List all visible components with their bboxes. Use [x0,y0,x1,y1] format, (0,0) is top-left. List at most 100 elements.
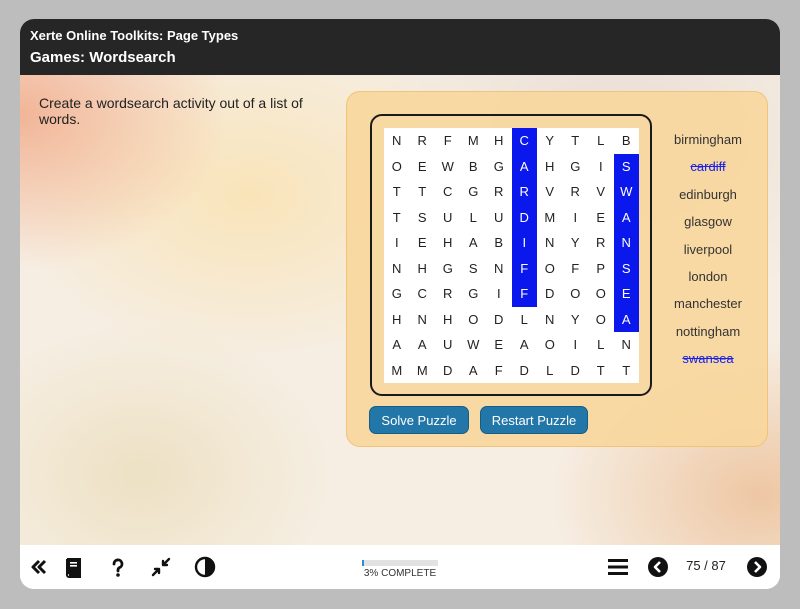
book-icon[interactable] [62,556,84,578]
grid-cell[interactable]: H [410,256,436,282]
grid-cell[interactable]: T [410,179,436,205]
grid-cell[interactable]: L [512,307,538,333]
grid-cell[interactable]: R [410,128,436,154]
grid-cell[interactable]: I [563,332,589,358]
grid-cell[interactable]: L [537,358,563,384]
grid-cell[interactable]: A [613,204,639,230]
grid-cell[interactable]: N [537,307,563,333]
previous-icon[interactable] [647,556,669,578]
grid-cell[interactable]: B [614,128,640,154]
grid-cell[interactable]: T [614,358,640,384]
grid-cell[interactable]: A [384,332,410,358]
grid-cell[interactable]: L [588,128,614,154]
grid-cell[interactable]: S [613,153,639,179]
grid-cell[interactable]: O [537,332,563,358]
contrast-icon[interactable] [194,556,216,578]
menu-icon[interactable] [607,556,629,578]
grid-cell[interactable]: F [563,256,589,282]
grid-cell[interactable]: D [511,204,537,230]
grid-cell[interactable]: M [461,128,487,154]
grid-cell[interactable]: A [511,153,537,179]
grid-cell[interactable]: F [435,128,461,154]
grid-cell[interactable]: W [613,179,639,205]
grid-cell[interactable]: G [384,281,410,307]
grid-cell[interactable]: D [435,358,461,384]
grid-cell[interactable]: M [410,358,436,384]
grid-cell[interactable]: N [384,256,410,282]
grid-cell[interactable]: Y [537,128,563,154]
grid-cell[interactable]: B [486,230,512,256]
grid-cell[interactable]: V [537,179,563,205]
grid-cell[interactable]: E [588,205,614,231]
grid-cell[interactable]: A [512,332,538,358]
grid-cell[interactable]: E [613,281,639,307]
grid-cell[interactable]: N [537,230,563,256]
grid-cell[interactable]: R [511,179,537,205]
grid-cell[interactable]: N [410,307,436,333]
grid-cell[interactable]: W [435,154,461,180]
grid-cell[interactable]: O [563,281,589,307]
grid-cell[interactable]: F [511,255,537,281]
grid-cell[interactable]: R [588,230,614,256]
grid-cell[interactable]: L [588,332,614,358]
grid-cell[interactable]: I [588,154,614,180]
grid-cell[interactable]: G [486,154,512,180]
grid-cell[interactable]: N [486,256,512,282]
grid-cell[interactable]: G [461,281,487,307]
grid-cell[interactable]: A [410,332,436,358]
next-icon[interactable] [746,556,768,578]
grid-cell[interactable]: O [384,154,410,180]
double-chevron-left-icon[interactable] [28,556,50,578]
grid-cell[interactable]: N [614,332,640,358]
minimize-icon[interactable] [150,556,172,578]
grid-cell[interactable]: O [588,307,614,333]
grid-cell[interactable]: O [461,307,487,333]
help-icon[interactable] [107,556,129,578]
grid-cell[interactable]: H [435,230,461,256]
grid-cell[interactable]: H [384,307,410,333]
grid-cell[interactable]: N [613,230,639,256]
grid-cell[interactable]: M [384,358,410,384]
grid-cell[interactable]: G [563,154,589,180]
grid-cell[interactable]: E [410,230,436,256]
grid-cell[interactable]: I [486,281,512,307]
grid-cell[interactable]: F [511,281,537,307]
grid-cell[interactable]: A [461,358,487,384]
wordsearch-grid[interactable]: NRFMHCYTLBOEWBGAHGISTTCGRRVRVWTSULUDMIEA… [384,128,639,383]
grid-cell[interactable]: U [435,332,461,358]
grid-cell[interactable]: D [537,281,563,307]
grid-cell[interactable]: O [537,256,563,282]
grid-cell[interactable]: I [563,205,589,231]
grid-cell[interactable]: U [435,205,461,231]
grid-cell[interactable]: S [461,256,487,282]
grid-cell[interactable]: I [511,230,537,256]
grid-cell[interactable]: S [613,255,639,281]
grid-cell[interactable]: G [435,256,461,282]
grid-cell[interactable]: D [563,358,589,384]
grid-cell[interactable]: E [486,332,512,358]
restart-puzzle-button[interactable]: Restart Puzzle [480,406,588,434]
grid-cell[interactable]: U [486,205,512,231]
grid-cell[interactable]: B [461,154,487,180]
grid-cell[interactable]: T [384,179,410,205]
grid-cell[interactable]: H [486,128,512,154]
grid-cell[interactable]: L [461,205,487,231]
grid-cell[interactable]: R [486,179,512,205]
grid-cell[interactable]: V [588,179,614,205]
grid-cell[interactable]: R [563,179,589,205]
grid-cell[interactable]: F [486,358,512,384]
grid-cell[interactable]: T [384,205,410,231]
grid-cell[interactable]: T [588,358,614,384]
grid-cell[interactable]: O [588,281,614,307]
grid-cell[interactable]: H [435,307,461,333]
grid-cell[interactable]: H [537,154,563,180]
grid-cell[interactable]: C [435,179,461,205]
grid-cell[interactable]: I [384,230,410,256]
grid-cell[interactable]: C [410,281,436,307]
grid-cell[interactable]: P [588,256,614,282]
grid-cell[interactable]: W [461,332,487,358]
grid-cell[interactable]: D [512,358,538,384]
grid-cell[interactable]: C [511,128,537,154]
grid-cell[interactable]: G [461,179,487,205]
grid-cell[interactable]: Y [563,307,589,333]
